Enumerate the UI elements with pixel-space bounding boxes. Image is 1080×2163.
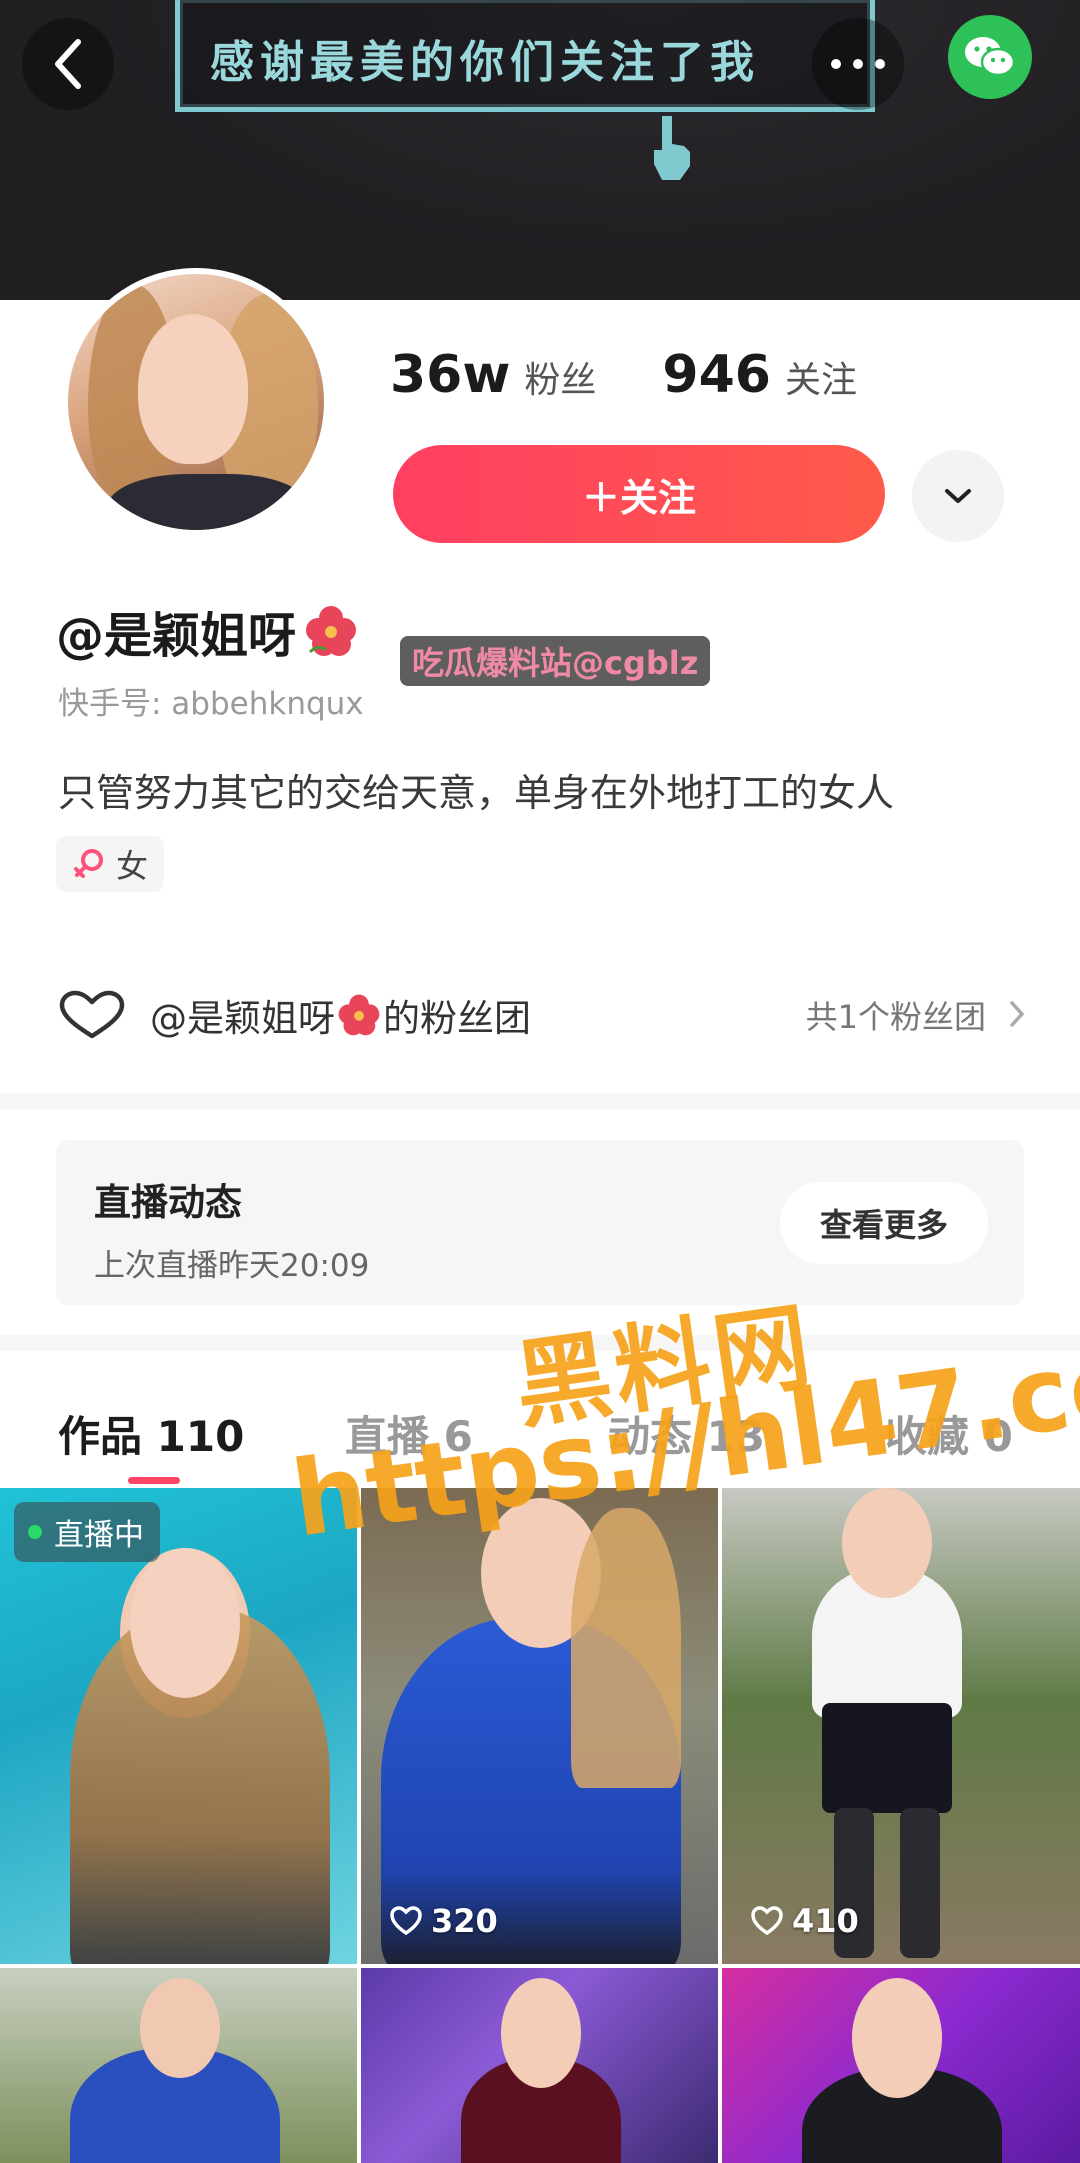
gender-label: 女 <box>116 847 149 885</box>
female-gender-icon <box>74 849 103 878</box>
fan-club-count: 共1个粉丝团 <box>805 998 986 1036</box>
likes-count: 320 <box>389 1902 498 1940</box>
video-tile[interactable]: 410 <box>722 1488 1080 1964</box>
see-more-button[interactable]: 查看更多 <box>780 1182 988 1264</box>
kuaishou-id[interactable]: 快手号: abbehknqux <box>58 678 364 723</box>
video-tile[interactable]: 320 <box>361 1488 718 1964</box>
fan-club-row[interactable]: @是颖姐呀 的粉丝团 共1个粉丝团 <box>56 985 1026 1045</box>
banner-text: 感谢最美的你们关注了我 <box>210 37 760 88</box>
site-watermark-pill: 吃瓜爆料站@cgblz <box>400 636 711 686</box>
live-dot-icon <box>28 1525 42 1539</box>
heart-icon <box>390 1906 422 1936</box>
wechat-share-button[interactable] <box>948 15 1032 99</box>
tab-favorites[interactable]: 收藏 0 <box>885 1403 1013 1464</box>
section-divider <box>0 1335 1080 1351</box>
wechat-icon <box>965 37 1016 77</box>
active-tab-indicator <box>128 1477 180 1484</box>
pointing-hand-icon <box>654 116 690 180</box>
gender-tag: 女 <box>56 836 165 892</box>
chevron-right-icon <box>1010 1001 1025 1027</box>
hibiscus-flower-icon <box>306 606 357 656</box>
banner-frame: 感谢最美的你们关注了我 <box>175 0 875 112</box>
followers-label[interactable]: 粉丝 <box>524 351 596 403</box>
more-dots-icon <box>831 59 885 69</box>
live-now-badge: 直播中 <box>14 1502 160 1562</box>
video-tile[interactable] <box>0 1968 357 2163</box>
followers-count[interactable]: 36w <box>390 345 510 405</box>
live-activity-card[interactable]: 直播动态 上次直播昨天20:09 查看更多 <box>56 1140 1024 1305</box>
following-count[interactable]: 946 <box>662 345 771 405</box>
avatar[interactable] <box>62 268 330 536</box>
following-label[interactable]: 关注 <box>785 351 857 403</box>
video-tile[interactable] <box>361 1968 718 2163</box>
content-tabs: 作品 110 直播 6 动态 13 收藏 0 <box>0 1385 1080 1485</box>
chevron-down-icon <box>945 489 971 503</box>
profile-header-banner: 感谢最美的你们关注了我 <box>0 0 1080 300</box>
live-card-title: 直播动态 <box>94 1181 242 1224</box>
more-button[interactable] <box>812 18 904 110</box>
username-row: @是颖姐呀 <box>56 596 358 666</box>
tab-works[interactable]: 作品 110 <box>58 1403 244 1464</box>
fan-club-title: @是颖姐呀 的粉丝团 <box>150 988 531 1042</box>
back-button[interactable] <box>22 18 114 110</box>
hibiscus-flower-icon <box>338 994 380 1036</box>
tab-live[interactable]: 直播 6 <box>345 1403 473 1464</box>
likes-count: 410 <box>750 1902 859 1940</box>
heart-outline-icon <box>59 990 125 1039</box>
tab-moments[interactable]: 动态 13 <box>608 1403 765 1464</box>
back-arrow-icon <box>55 39 81 89</box>
recommend-dropdown-button[interactable] <box>912 450 1004 542</box>
section-divider <box>0 1093 1080 1109</box>
video-tile[interactable] <box>722 1968 1080 2163</box>
bio-text: 只管努力其它的交给天意，单身在外地打工的女人 <box>58 771 895 815</box>
username: @是颖姐呀 <box>56 608 297 664</box>
profile-stats: 36w 粉丝 946 关注 <box>390 345 857 405</box>
video-tile[interactable]: 直播中 <box>0 1488 357 1964</box>
follow-button[interactable]: ＋关注 <box>393 445 885 543</box>
live-card-subtitle: 上次直播昨天20:09 <box>94 1248 370 1284</box>
heart-icon <box>751 1906 783 1936</box>
